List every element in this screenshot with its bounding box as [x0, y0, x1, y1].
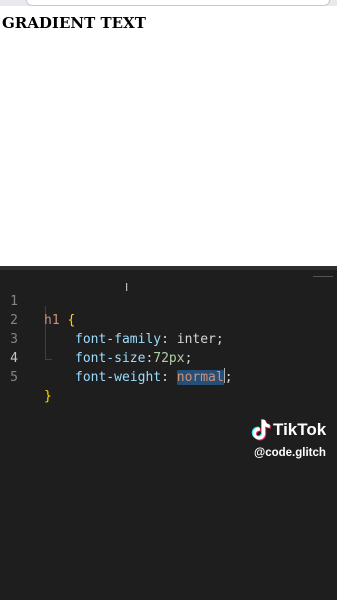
tiktok-watermark: TikTok @code.glitch: [250, 418, 332, 464]
creator-handle: @code.glitch: [254, 447, 326, 459]
code-line-4[interactable]: 4 font-weight: normal;: [0, 330, 337, 385]
css-property: font-weight: [75, 370, 162, 385]
selected-css-value: normal: [176, 370, 224, 385]
code-line-2[interactable]: 2 font-family: inter;: [0, 292, 337, 347]
code-line-1[interactable]: 1 h1 {: [0, 273, 337, 328]
preview-heading: GRADIENT TEXT: [2, 14, 146, 32]
line-number: 5: [10, 370, 18, 385]
editor-top-bar: [0, 266, 337, 270]
tiktok-brand: TikTok: [273, 420, 327, 439]
browser-toolbar: [0, 0, 337, 6]
code-line-5[interactable]: 5 }: [0, 349, 337, 404]
browser-preview: GRADIENT TEXT: [0, 0, 337, 266]
code-line-3[interactable]: 3 font-size:72px;: [0, 311, 337, 366]
address-bar[interactable]: [26, 0, 330, 6]
close-brace: }: [44, 389, 52, 404]
tiktok-logo-icon: [251, 419, 271, 441]
